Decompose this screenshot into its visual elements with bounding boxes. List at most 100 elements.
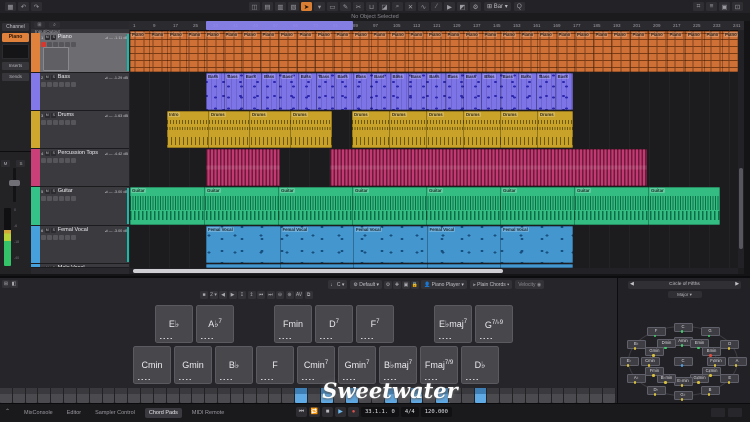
chord-pad-Cmin7[interactable]: Cmin7 [297,346,335,384]
add-track-icon[interactable]: ⊞ [34,22,45,28]
piano-key[interactable] [397,388,410,403]
snap-icon[interactable]: ⌗ [693,2,704,11]
track-control-button[interactable] [65,235,70,240]
zoom-tool[interactable]: ⌕ [392,2,403,11]
pads-setup-icon[interactable]: ⊞ [2,280,10,288]
track-row-male-vocal[interactable]: 7MSMale Vocal ⊿ — -5.00 dB [31,264,129,268]
track-solo-button[interactable]: S [51,265,57,267]
draw-tool[interactable]: ✎ [340,2,351,11]
tab-chord-pads[interactable]: Chord Pads [144,408,182,418]
clip-drums[interactable]: Drums Drums Drums Drums Drums Drums [352,111,573,148]
play-button[interactable]: ▶ [335,407,346,417]
piano-key[interactable] [179,388,192,403]
track-solo-button[interactable]: S [51,74,57,80]
track-control-button[interactable] [65,158,70,163]
track-control-button[interactable] [53,235,58,240]
glue-tool[interactable]: ⊔ [366,2,377,11]
piano-key[interactable] [38,388,51,403]
clip-bass[interactable]: Bass Bass Bass Bass Bass Bass Bass Bass Bass Bass… [206,73,573,110]
track-control-button[interactable] [71,82,76,87]
piano-key[interactable] [243,388,256,403]
track-control-button[interactable] [53,196,58,201]
record-button[interactable]: ● [348,407,359,417]
channel-solo-button[interactable]: S [16,160,26,167]
track-control-button[interactable] [65,120,70,125]
chord-pad-Cmin[interactable]: Cmin [133,346,171,384]
circle-chord-A[interactable]: A♭ [626,373,646,383]
track-row-piano[interactable]: 1 M S Piano ⊿ — -1.11 dB [31,33,129,73]
piano-key[interactable] [500,388,513,403]
track-row-femal-vocal[interactable]: 6 M S Femal Vocal ⊿ — -3.00 dB [31,226,129,264]
track-control-button[interactable] [59,196,64,201]
root-key-select[interactable]: ♩ C ▾ [327,280,348,289]
project-icon[interactable]: ▦ [5,2,16,11]
piano-key[interactable] [372,388,384,403]
record-enable-button[interactable] [41,82,46,87]
object-selection-tool[interactable]: ➤ [301,2,312,11]
piano-key[interactable] [218,388,230,403]
chord-pad-A7[interactable]: A♭7 [196,305,234,343]
chord-pad-Gmin[interactable]: Gmin [174,346,212,384]
track-row-bass[interactable]: 2 M S Bass ⊿ — -1.29 dB [31,73,129,111]
undo-icon[interactable]: ↶ [18,2,29,11]
voicing-select[interactable]: ⫸ Plain Chords ▾ [469,280,513,289]
track-control-button[interactable] [71,196,76,201]
track-control-button[interactable] [71,158,76,163]
record-enable-button[interactable] [41,158,46,163]
track-row-percussion-tops[interactable]: 4 M S Percussion Tops ⊿ — -4.42 dB [31,149,129,187]
track-solo-button[interactable]: S [51,150,57,156]
tension-minus-icon[interactable]: ⊖ [276,291,284,299]
record-enable-button[interactable] [41,42,46,47]
chord-pad-Gmin7[interactable]: Gmin7 [338,346,376,384]
piano-key[interactable] [602,388,615,403]
horizontal-scroll-thumb[interactable] [133,269,503,273]
piano-key[interactable] [205,388,218,403]
scale-mode-select[interactable]: Major ▾ [667,291,702,298]
track-control-button[interactable] [59,158,64,163]
record-enable-button[interactable] [41,235,46,240]
track-control-button[interactable] [53,82,58,87]
tab-sampler-control[interactable]: Sampler Control [91,408,139,418]
chord-pad-E[interactable]: E♭ [155,305,193,343]
track-control-button[interactable] [47,235,52,240]
chord-pad-Fmin[interactable]: Fmin [274,305,312,343]
tension-plus-icon[interactable]: ⊕ [285,291,294,299]
piano-key[interactable] [128,388,141,403]
track-control-button[interactable] [47,158,52,163]
adaptive-voicing-label[interactable]: AV [295,291,303,299]
track-mute-button[interactable]: M [44,74,50,80]
lower-zone-icon[interactable]: ▤ [262,2,273,11]
chord-pad-Emaj7[interactable]: E♭maj7 [434,305,472,343]
piano-key[interactable] [564,388,577,403]
expand-lower-zone-icon[interactable]: ⌃ [5,408,10,415]
track-mute-button[interactable]: M [44,112,50,118]
piano-key[interactable] [25,388,38,403]
piano-key[interactable] [256,388,269,403]
piano-key[interactable] [525,388,538,403]
piano-key[interactable] [76,388,89,403]
comp-tool[interactable]: ∿ [418,2,429,11]
vertical-scrollbar[interactable] [738,30,744,268]
next-voicing-icon[interactable]: ⏭ [266,291,275,299]
selected-track-chip[interactable]: Piano [2,33,29,42]
split-tool[interactable]: ✂ [353,2,364,11]
chord-pad-Bmaj7[interactable]: B♭maj7 [379,346,417,384]
track-control-button[interactable] [53,158,58,163]
workspace-icon[interactable]: ▧ [288,2,299,11]
piano-key[interactable] [346,388,359,403]
piano-key[interactable] [487,388,500,403]
piano-key[interactable] [513,388,525,403]
track-mute-button[interactable]: M [44,265,50,267]
clip-percussion-tops[interactable] [206,149,280,186]
overview-icon[interactable]: ⊡ [732,2,743,11]
track-control-button[interactable] [59,42,64,47]
channel-mute-button[interactable]: M [1,160,10,167]
circle-chord-G[interactable]: G [700,327,720,337]
piano-key[interactable] [359,388,372,403]
track-control-button[interactable] [71,235,76,240]
tab-midi-remote[interactable]: MIDI Remote [188,408,228,418]
track-control-button[interactable] [59,82,64,87]
piano-key[interactable] [89,388,102,403]
redo-icon[interactable]: ↷ [31,2,42,11]
track-control-button[interactable] [53,42,58,47]
